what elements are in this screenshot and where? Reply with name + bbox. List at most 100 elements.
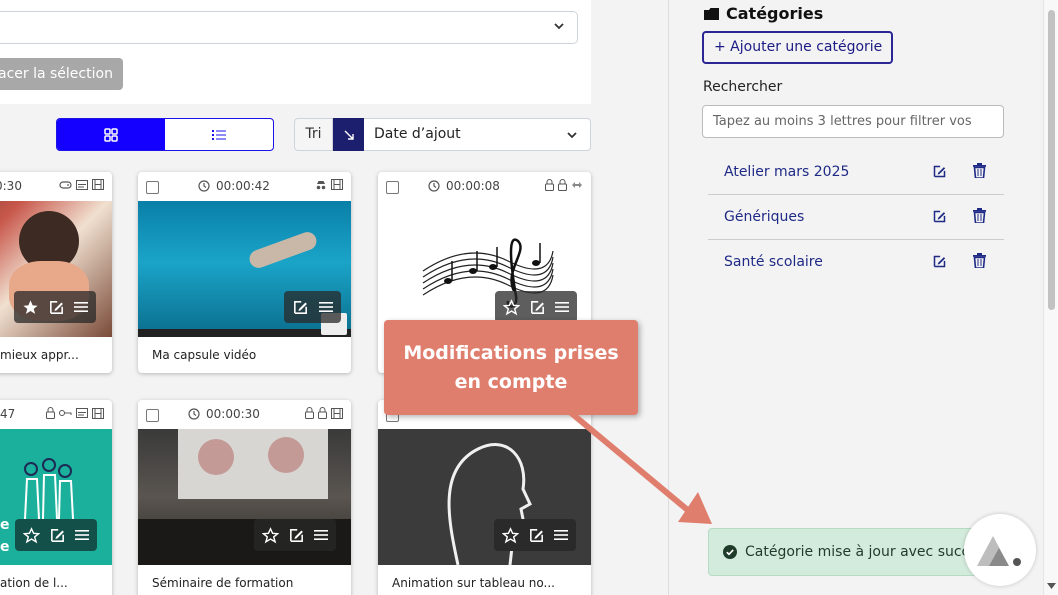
list-item[interactable]: Santé scolaire	[708, 240, 1004, 285]
card-thumbnail[interactable]	[138, 201, 351, 337]
media-library: acer la sélection Tri Date d’ajout:30 m…	[0, 0, 668, 595]
select-checkbox[interactable]	[386, 181, 399, 194]
lock-icon	[46, 407, 55, 419]
subtitles-icon	[76, 408, 88, 418]
category-name[interactable]: Génériques	[724, 209, 804, 225]
menu-icon[interactable]	[319, 300, 333, 314]
select-checkbox[interactable]	[146, 409, 159, 422]
arrow-down-right-icon	[344, 130, 354, 140]
card-thumbnail[interactable]	[138, 429, 351, 565]
card-title[interactable]: Séminaire de formation	[138, 565, 351, 595]
star-outline-icon[interactable]	[262, 526, 279, 544]
card-duration: 00:00:08	[446, 179, 500, 193]
svg-text:e: e	[0, 517, 10, 533]
grid-view-button[interactable]	[57, 119, 165, 150]
card-actions	[284, 291, 341, 323]
card-actions	[494, 519, 576, 551]
card-thumbnail[interactable]	[378, 201, 591, 337]
search-label: Rechercher	[703, 79, 783, 95]
brand-logo	[964, 514, 1036, 586]
sort-direction-button[interactable]	[333, 118, 364, 151]
card-actions	[14, 291, 96, 323]
media-card[interactable]: Animation sur tableau no...	[378, 400, 591, 595]
edit-icon[interactable]	[292, 299, 309, 316]
chevron-down-icon	[554, 23, 564, 30]
menu-icon[interactable]	[314, 528, 328, 542]
category-name[interactable]: Atelier mars 2025	[724, 164, 849, 180]
svg-text:e: e	[0, 539, 10, 555]
film-icon	[92, 179, 104, 190]
grid-icon	[104, 127, 118, 142]
edit-icon[interactable]	[529, 299, 546, 316]
annotation-text: Modifications prises en compte	[403, 341, 619, 393]
card-thumbnail[interactable]	[0, 201, 112, 337]
trash-icon[interactable]	[973, 208, 986, 223]
edit-icon[interactable]	[932, 209, 947, 224]
select-checkbox[interactable]	[146, 181, 159, 194]
toast-message: Catégorie mise à jour avec succ	[745, 544, 970, 560]
menu-icon[interactable]	[554, 528, 568, 542]
sort-control: Tri Date d’ajout	[294, 118, 591, 151]
clock-icon	[188, 408, 200, 420]
filter-select[interactable]	[0, 11, 578, 44]
lock-icon	[305, 407, 314, 419]
media-card[interactable]: 00:00:30 Séminaire de formation	[138, 400, 351, 595]
sort-label: Tri	[294, 118, 333, 151]
star-filled-icon[interactable]	[22, 299, 39, 316]
card-title[interactable]: Ma capsule vidéo	[138, 337, 351, 373]
edit-icon[interactable]	[288, 527, 305, 544]
menu-icon[interactable]	[74, 300, 88, 314]
menu-icon[interactable]	[75, 528, 89, 542]
sort-select[interactable]: Date d’ajout	[364, 118, 591, 151]
list-view-button[interactable]	[165, 119, 273, 150]
card-thumbnail[interactable]	[378, 429, 591, 565]
edit-icon[interactable]	[932, 164, 947, 179]
trash-icon[interactable]	[973, 163, 986, 178]
list-item[interactable]: Atelier mars 2025	[708, 150, 1004, 195]
trash-icon[interactable]	[973, 253, 986, 268]
category-list: Atelier mars 2025 Génériques Santé scola…	[708, 150, 1004, 285]
clear-selection-button[interactable]: acer la sélection	[0, 58, 123, 90]
edit-icon[interactable]	[48, 299, 65, 316]
media-card[interactable]: 0:30 mieux appr...	[0, 172, 112, 373]
card-header: 0:30	[0, 172, 112, 201]
menu-icon[interactable]	[555, 300, 569, 314]
edit-icon[interactable]	[528, 527, 545, 544]
success-toast: Catégorie mise à jour avec succ	[708, 528, 1008, 576]
card-title[interactable]: Animation sur tableau no...	[378, 565, 591, 595]
edit-icon[interactable]	[49, 527, 66, 544]
category-name[interactable]: Santé scolaire	[724, 254, 823, 270]
add-category-button[interactable]: + Ajouter une catégorie	[702, 31, 893, 64]
star-outline-icon[interactable]	[503, 298, 520, 316]
star-outline-icon[interactable]	[502, 526, 519, 544]
clock-icon	[198, 180, 210, 192]
filter-panel: acer la sélection	[0, 0, 591, 104]
check-circle-icon	[723, 545, 737, 559]
lock-icon	[318, 407, 327, 419]
card-duration: 0:30	[0, 179, 22, 193]
page-scrollbar[interactable]	[1043, 0, 1058, 595]
card-title[interactable]: mieux appr...	[0, 337, 112, 373]
list-item[interactable]: Génériques	[708, 195, 1004, 240]
arrows-icon	[572, 182, 582, 188]
card-duration: 00:00:30	[206, 407, 260, 421]
lock-icon	[545, 179, 554, 191]
star-outline-icon[interactable]	[23, 526, 40, 544]
edit-icon[interactable]	[932, 254, 947, 269]
media-card[interactable]: 00:00:42 Ma capsule vidéo	[138, 172, 351, 373]
sort-value: Date d’ajout	[374, 126, 461, 142]
scroll-down-icon[interactable]	[1047, 583, 1056, 589]
film-icon	[92, 407, 104, 419]
scroll-thumb[interactable]	[1048, 10, 1055, 310]
subtitles-icon	[76, 179, 88, 190]
card-duration: 47	[0, 407, 16, 421]
card-thumbnail[interactable]: e e	[0, 429, 112, 565]
annotation-callout: Modifications prises en compte	[384, 320, 638, 415]
category-search-input[interactable]: Tapez au moins 3 lettres pour filtrer vo…	[702, 105, 1004, 138]
card-title[interactable]: ation de l...	[0, 565, 112, 595]
categories-title: Catégories	[726, 4, 824, 23]
card-header: 00:00:30	[138, 400, 351, 429]
media-card[interactable]: 47 e e ation de l...	[0, 400, 112, 595]
logo-icon	[977, 536, 1021, 566]
chevron-down-icon	[567, 132, 577, 139]
